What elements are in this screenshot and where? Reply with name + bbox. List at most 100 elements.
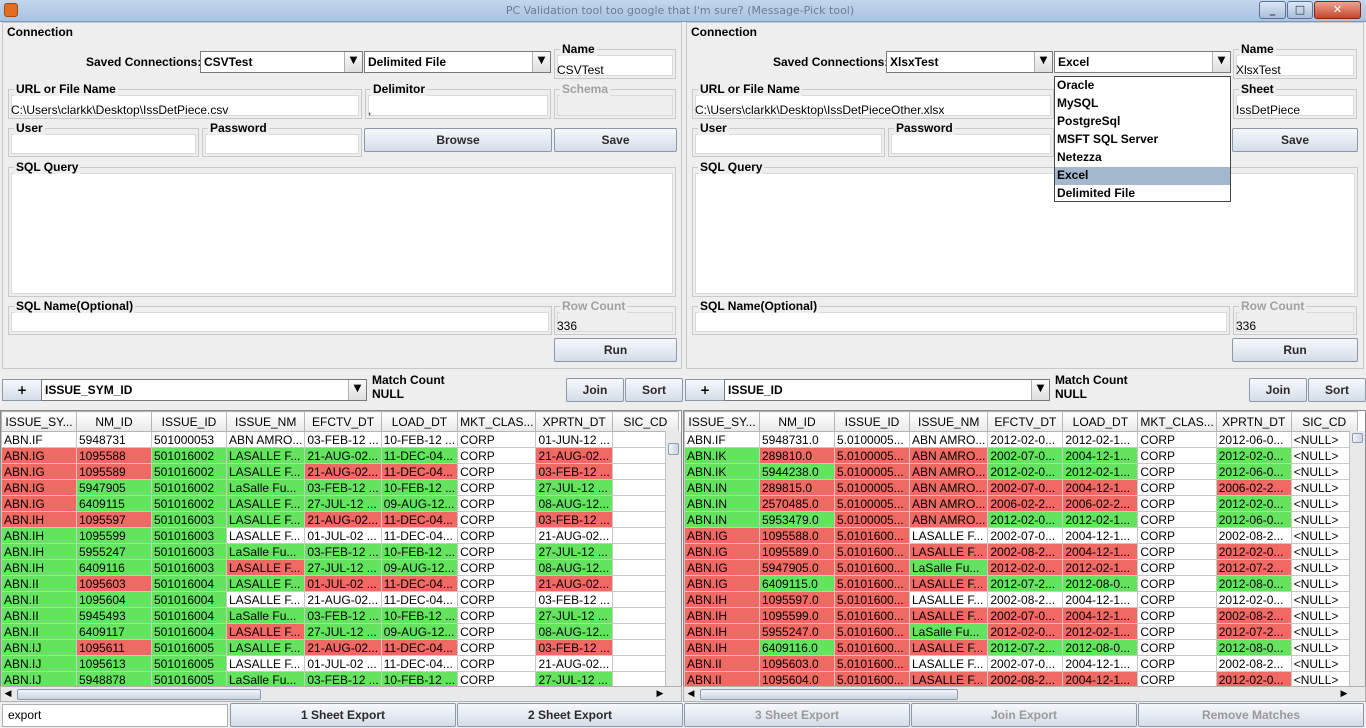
column-header[interactable]: ISSUE_SY... bbox=[684, 411, 760, 432]
table-cell[interactable]: <NULL> bbox=[1290, 559, 1358, 576]
dropdown-option[interactable]: MySQL bbox=[1055, 95, 1230, 113]
maximize-button[interactable]: □ bbox=[1287, 1, 1313, 19]
table-cell[interactable]: LASALLE F... bbox=[225, 591, 306, 608]
table-cell[interactable]: <NULL> bbox=[1290, 463, 1358, 480]
table-cell[interactable]: 2012-06-0... bbox=[1215, 431, 1292, 448]
table-cell[interactable]: 501016003 bbox=[151, 511, 227, 528]
table-cell[interactable]: 2002-07-0... bbox=[987, 527, 1064, 544]
right-vertical-scroll-thumb[interactable] bbox=[1352, 433, 1363, 443]
table-cell[interactable]: ABN AMRO... bbox=[908, 431, 989, 448]
table-cell[interactable]: 501016005 bbox=[151, 655, 227, 672]
table-cell[interactable]: LaSalle Fu... bbox=[225, 543, 306, 560]
table-cell[interactable]: 11-DEC-04... bbox=[380, 655, 459, 672]
table-cell[interactable]: 1095588.0 bbox=[759, 527, 835, 544]
table-cell[interactable]: 1095603 bbox=[76, 575, 152, 592]
chevron-down-icon[interactable]: ▼ bbox=[1212, 52, 1230, 72]
column-header[interactable]: SIC_CD bbox=[611, 411, 679, 432]
table-cell[interactable]: LaSalle Fu... bbox=[908, 623, 989, 640]
table-cell[interactable]: ABN.II bbox=[684, 655, 760, 672]
table-row[interactable]: ABN.II 1095603 501016004 LASALLE F... 01-JUL… bbox=[1, 575, 679, 592]
left-user-field[interactable]: User bbox=[8, 121, 199, 157]
scroll-left-icon[interactable]: ◀ bbox=[1, 687, 15, 701]
table-cell[interactable]: ABN.IN bbox=[684, 511, 760, 528]
table-cell[interactable]: 2012-07-2... bbox=[1215, 623, 1292, 640]
table-cell[interactable]: 2004-12-1... bbox=[1062, 479, 1139, 496]
table-cell[interactable]: 5.0101600... bbox=[834, 591, 910, 608]
table-cell[interactable]: 1095588 bbox=[76, 447, 152, 464]
table-cell[interactable]: 2002-08-2... bbox=[1215, 527, 1292, 544]
table-row[interactable]: ABN.IG 1095588.0 5.0101600... LASALLE F... 2… bbox=[684, 527, 1358, 544]
table-cell[interactable]: CORP bbox=[457, 655, 537, 672]
table-cell[interactable]: 2012-02-1... bbox=[1062, 559, 1139, 576]
right-add-column-button[interactable]: + bbox=[685, 379, 725, 401]
table-cell[interactable]: 2012-08-0... bbox=[1215, 639, 1292, 656]
table-cell[interactable]: 2012-02-1... bbox=[1062, 623, 1139, 640]
table-row[interactable]: ABN.IH 6409116.0 5.0101600... LASALLE F... 2… bbox=[684, 639, 1358, 656]
table-cell[interactable]: 5.0101600... bbox=[834, 543, 910, 560]
table-cell[interactable]: CORP bbox=[457, 543, 537, 560]
table-cell[interactable]: LaSalle Fu... bbox=[908, 559, 989, 576]
table-cell[interactable]: 5944238.0 bbox=[759, 463, 835, 480]
table-cell[interactable]: 2012-02-0... bbox=[1215, 591, 1292, 608]
table-cell[interactable]: CORP bbox=[457, 479, 537, 496]
table-cell[interactable]: 21-AUG-02... bbox=[535, 655, 613, 672]
table-cell[interactable]: 6409117 bbox=[76, 623, 152, 640]
column-header[interactable]: LOAD_DT bbox=[1062, 411, 1139, 432]
table-cell[interactable]: ABN.II bbox=[1, 591, 77, 608]
left-browse-button[interactable]: Browse bbox=[364, 128, 552, 152]
close-button[interactable]: ✕ bbox=[1314, 1, 1361, 19]
table-cell[interactable]: 2006-02-2... bbox=[1215, 479, 1292, 496]
left-password-field[interactable]: Password bbox=[202, 121, 362, 157]
table-cell[interactable]: 2002-07-0... bbox=[987, 447, 1064, 464]
table-cell[interactable]: 27-JUL-12 ... bbox=[535, 479, 613, 496]
column-header[interactable]: LOAD_DT bbox=[380, 411, 459, 432]
table-cell[interactable]: 11-DEC-04... bbox=[380, 511, 459, 528]
table-cell[interactable]: ABN.IH bbox=[1, 527, 77, 544]
table-cell[interactable]: 501016002 bbox=[151, 479, 227, 496]
table-cell[interactable]: 2004-12-1... bbox=[1062, 527, 1139, 544]
right-sql-name-field[interactable]: SQL Name(Optional) bbox=[692, 299, 1230, 335]
table-cell[interactable]: 21-AUG-02... bbox=[535, 575, 613, 592]
table-cell[interactable]: 2004-12-1... bbox=[1062, 591, 1139, 608]
right-vertical-scrollbar[interactable] bbox=[1349, 431, 1365, 699]
table-cell[interactable]: CORP bbox=[1137, 639, 1217, 656]
table-cell[interactable]: LASALLE F... bbox=[225, 463, 306, 480]
column-header[interactable]: SIC_CD bbox=[1290, 411, 1358, 432]
table-row[interactable]: ABN.IH 1095599.0 5.0101600... LASALLE F... 2… bbox=[684, 607, 1358, 624]
left-source-type-select[interactable]: Delimited File ▼ bbox=[364, 51, 551, 73]
table-row[interactable]: ABN.IG 6409115 501016002 LASALLE F... 27-JUL… bbox=[1, 495, 679, 512]
table-row[interactable]: ABN.IN 2570485.0 5.0100005... ABN AMRO... 20… bbox=[684, 495, 1358, 512]
table-cell[interactable]: 2012-02-0... bbox=[987, 623, 1064, 640]
column-header[interactable]: ISSUE_ID bbox=[834, 411, 910, 432]
table-cell[interactable]: 2012-08-0... bbox=[1062, 575, 1139, 592]
table-cell[interactable]: 03-FEB-12 ... bbox=[304, 607, 382, 624]
table-cell[interactable]: 501016004 bbox=[151, 607, 227, 624]
table-cell[interactable]: 5947905 bbox=[76, 479, 152, 496]
table-cell[interactable]: ABN.IK bbox=[684, 463, 760, 480]
table-cell[interactable]: 1095597.0 bbox=[759, 591, 835, 608]
table-cell[interactable]: 08-AUG-12... bbox=[535, 559, 613, 576]
table-cell[interactable]: 2002-08-2... bbox=[1215, 655, 1292, 672]
column-header[interactable]: MKT_CLAS... bbox=[457, 411, 537, 432]
table-cell[interactable]: 5945493 bbox=[76, 607, 152, 624]
table-cell[interactable]: 501016004 bbox=[151, 575, 227, 592]
table-row[interactable]: ABN.II 1095604 501016004 LASALLE F... 21-AUG… bbox=[1, 591, 679, 608]
table-cell[interactable]: CORP bbox=[457, 511, 537, 528]
table-cell[interactable]: 03-FEB-12 ... bbox=[535, 463, 613, 480]
table-cell[interactable]: CORP bbox=[457, 447, 537, 464]
table-cell[interactable]: 2002-08-2... bbox=[987, 543, 1064, 560]
table-cell[interactable]: 501016004 bbox=[151, 591, 227, 608]
table-row[interactable]: ABN.IJ 1095613 501016005 LASALLE F... 01-JUL… bbox=[1, 655, 679, 672]
left-url-field[interactable]: URL or File Name C:\Users\clarkk\Desktop… bbox=[8, 82, 362, 119]
table-cell[interactable]: 21-AUG-02... bbox=[304, 447, 382, 464]
table-cell[interactable]: LASALLE F... bbox=[225, 511, 306, 528]
table-cell[interactable]: 08-AUG-12... bbox=[535, 623, 613, 640]
dropdown-option[interactable]: PostgreSql bbox=[1055, 113, 1230, 131]
table-cell[interactable]: 2002-07-0... bbox=[987, 479, 1064, 496]
table-row[interactable]: ABN.IH 1095597 501016003 LASALLE F... 21-AUG… bbox=[1, 511, 679, 528]
table-cell[interactable]: 27-JUL-12 ... bbox=[304, 623, 382, 640]
table-cell[interactable]: 5.0101600... bbox=[834, 575, 910, 592]
table-cell[interactable]: LASALLE F... bbox=[908, 543, 989, 560]
table-cell[interactable]: 2012-07-2... bbox=[987, 639, 1064, 656]
table-cell[interactable]: 2012-07-2... bbox=[1215, 559, 1292, 576]
